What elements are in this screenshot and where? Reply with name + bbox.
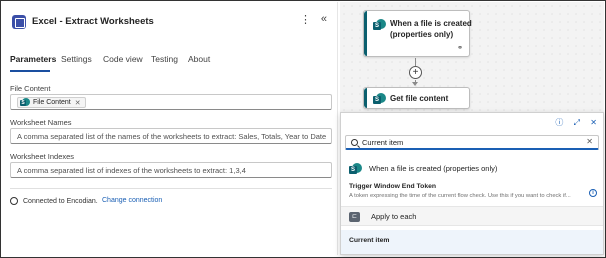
sharepoint-icon: S [20, 98, 30, 107]
worksheet-indexes-label: Worksheet Indexes [10, 152, 75, 161]
popup-toolbar: ⓘ ⤢ ✕ [547, 117, 597, 129]
trigger-card[interactable]: S When a file is created (properties onl… [363, 10, 472, 57]
dynamic-content-popup: ⓘ ⤢ ✕ Current item ✕ S When a file is cr… [340, 112, 604, 255]
link-icon: ⚭ [457, 45, 463, 52]
collapse-panel-icon[interactable]: « [321, 13, 327, 25]
tab-code-view[interactable]: Code view [103, 54, 143, 64]
excel-connector-icon [12, 15, 26, 29]
connector-arrow [412, 82, 418, 86]
trigger-title-line2: (properties only) [390, 30, 454, 39]
card-accent [364, 88, 367, 108]
trigger-title-line1: When a file is created [390, 19, 472, 28]
worksheet-indexes-field[interactable]: A comma separated list of indexes of the… [10, 162, 332, 178]
sharepoint-icon: S [373, 93, 386, 104]
search-input[interactable]: Current item [362, 138, 403, 147]
worksheet-names-placeholder: A comma separated list of the names of t… [17, 132, 327, 141]
card-accent [364, 11, 367, 56]
token-info-icon[interactable]: i [589, 189, 597, 197]
connector-line [415, 58, 416, 66]
section-divider [10, 188, 332, 189]
action-details-panel: Excel - Extract Worksheets ⋮ « Parameter… [2, 2, 338, 255]
file-content-label: File Content [10, 84, 51, 93]
tab-testing[interactable]: Testing [151, 54, 178, 64]
token-label: File Content [33, 99, 71, 106]
worksheet-indexes-placeholder: A comma separated list of indexes of the… [17, 166, 246, 175]
token-trigger-window-end[interactable]: Trigger Window End Token [349, 183, 436, 190]
panel-header: Excel - Extract Worksheets ⋮ « [8, 10, 331, 32]
token-description: A token expressing the time of the curre… [349, 193, 571, 199]
file-content-token[interactable]: S File Content ✕ [17, 97, 86, 108]
search-icon [351, 139, 358, 146]
trigger-section-label: When a file is created (properties only) [369, 163, 498, 173]
loop-icon: ⊏ [349, 212, 360, 222]
connection-icon [10, 197, 18, 205]
trigger-section-header[interactable]: S When a file is created (properties onl… [349, 161, 497, 175]
worksheet-names-label: Worksheet Names [10, 118, 72, 127]
get-file-content-card[interactable]: S Get file content [363, 87, 470, 109]
panel-title: Excel - Extract Worksheets [32, 16, 154, 27]
change-connection-link[interactable]: Change connection [102, 197, 162, 204]
remove-token-icon[interactable]: ✕ [75, 99, 81, 107]
tab-about[interactable]: About [188, 54, 210, 64]
current-item-label: Current item [349, 237, 390, 244]
token-current-item[interactable]: Current item [341, 230, 603, 254]
dynamic-content-search[interactable]: Current item ✕ [345, 135, 599, 150]
tab-settings[interactable]: Settings [61, 54, 92, 64]
file-content-field[interactable]: S File Content ✕ [10, 94, 332, 110]
action-title: Get file content [390, 94, 449, 103]
expand-icon[interactable]: ⤢ [574, 118, 580, 127]
apply-to-each-label: Apply to each [371, 212, 417, 221]
connection-text: Connected to Encodian. [23, 197, 98, 205]
connection-status: Connected to Encodian. [10, 197, 98, 205]
tab-parameters[interactable]: Parameters [10, 54, 56, 64]
active-tab-indicator [10, 70, 50, 72]
worksheet-names-field[interactable]: A comma separated list of the names of t… [10, 128, 332, 144]
apply-to-each-section[interactable]: ⊏ Apply to each [341, 206, 603, 226]
clear-search-icon[interactable]: ✕ [586, 137, 593, 146]
add-step-button[interactable]: + [409, 66, 422, 79]
more-options-icon[interactable]: ⋮ [300, 13, 311, 26]
sharepoint-icon: S [373, 19, 386, 30]
close-icon[interactable]: ✕ [590, 118, 597, 127]
sharepoint-icon: S [349, 162, 362, 174]
info-icon[interactable]: ⓘ [555, 118, 563, 127]
